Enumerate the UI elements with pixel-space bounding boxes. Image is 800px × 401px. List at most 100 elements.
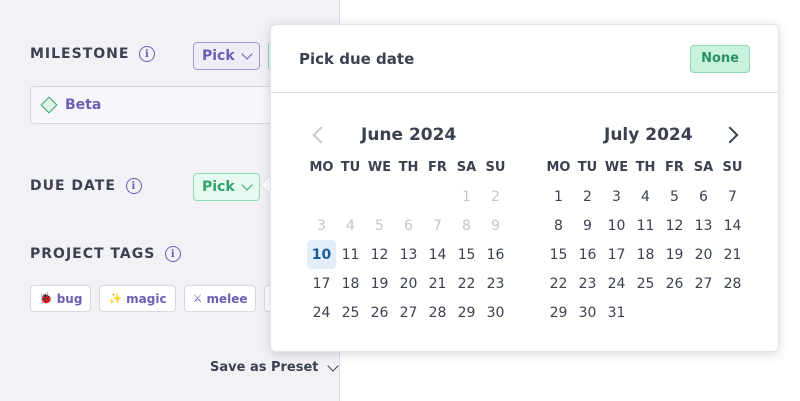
weekday-header: SU	[722, 160, 743, 175]
day-cell[interactable]: 5	[660, 182, 689, 211]
day-cell[interactable]: 3	[602, 182, 631, 211]
calendar-grid: MO TU WE TH FR SA SU 1 2 3 4 5 6 7 8 9 10 11 12 13 14 15 16 17 1…	[307, 153, 510, 327]
next-month-icon[interactable]	[721, 126, 739, 144]
prev-month-icon[interactable]	[312, 126, 330, 144]
weekday-header: SU	[485, 160, 506, 175]
info-icon[interactable]: i	[165, 246, 182, 262]
day-cell[interactable]: 15	[452, 240, 481, 269]
day-cell[interactable]: 23	[573, 269, 602, 298]
empty-day-cell	[689, 298, 718, 327]
sparkles-icon: ✨	[108, 292, 123, 305]
none-button[interactable]: None	[690, 44, 750, 73]
disabled-day-cell: 4	[346, 217, 355, 234]
info-icon[interactable]: i	[139, 46, 156, 62]
disabled-day-cell: 8	[462, 217, 471, 234]
day-cell[interactable]: 25	[631, 269, 660, 298]
disabled-day-cell: 6	[404, 217, 413, 234]
day-cell[interactable]: 1	[544, 182, 573, 211]
day-cell[interactable]: 12	[660, 211, 689, 240]
day-cell[interactable]: 16	[573, 240, 602, 269]
day-cell[interactable]: 31	[602, 298, 631, 327]
day-cell[interactable]: 29	[544, 298, 573, 327]
weekday-header: SA	[456, 160, 477, 175]
tag-bug[interactable]: 🐞 bug	[30, 285, 92, 312]
disabled-day-cell: 5	[375, 217, 384, 234]
weekday-header: TH	[635, 160, 656, 175]
day-cell[interactable]: 11	[631, 211, 660, 240]
empty-day-cell	[660, 298, 689, 327]
bug-icon: 🐞	[39, 292, 53, 305]
diamond-icon	[40, 96, 58, 114]
due-date-popover: Pick due date None June 2024 MO TU WE TH FR S…	[270, 24, 779, 352]
day-cell[interactable]: 26	[365, 298, 394, 327]
day-cell[interactable]: 17	[307, 269, 336, 298]
disabled-day-cell: 9	[491, 217, 500, 234]
disabled-day-cell: 7	[433, 217, 442, 234]
day-cell[interactable]: 2	[573, 182, 602, 211]
day-cell[interactable]: 20	[394, 269, 423, 298]
day-cell[interactable]: 24	[602, 269, 631, 298]
day-cell[interactable]: 22	[544, 269, 573, 298]
day-cell[interactable]: 9	[573, 211, 602, 240]
day-cell[interactable]: 14	[718, 211, 747, 240]
day-cell[interactable]: 18	[336, 269, 365, 298]
weekday-header: SA	[693, 160, 714, 175]
weekday-header: FR	[665, 160, 684, 175]
day-cell[interactable]: 19	[365, 269, 394, 298]
chevron-down-icon	[241, 179, 253, 191]
disabled-day-cell: 3	[317, 217, 326, 234]
day-cell[interactable]: 30	[573, 298, 602, 327]
day-cell[interactable]: 27	[394, 298, 423, 327]
day-cell[interactable]: 6	[689, 182, 718, 211]
today-day-cell[interactable]: 10	[307, 240, 336, 269]
info-icon[interactable]: i	[125, 178, 142, 194]
day-cell[interactable]: 25	[336, 298, 365, 327]
chevron-down-icon	[326, 359, 339, 372]
empty-day-cell	[307, 182, 336, 211]
day-cell[interactable]: 29	[452, 298, 481, 327]
day-cell[interactable]: 23	[481, 269, 510, 298]
day-cell[interactable]: 16	[481, 240, 510, 269]
day-cell[interactable]: 24	[307, 298, 336, 327]
weekday-header: WE	[367, 160, 392, 175]
day-cell[interactable]: 21	[718, 240, 747, 269]
weekday-header: TU	[577, 160, 598, 175]
disabled-day-cell: 1	[462, 188, 471, 205]
day-cell[interactable]: 12	[365, 240, 394, 269]
day-cell[interactable]: 22	[452, 269, 481, 298]
day-cell[interactable]: 14	[423, 240, 452, 269]
milestone-pick-button[interactable]: Pick	[193, 42, 260, 70]
milestone-label: MILESTONE i	[30, 46, 156, 62]
day-cell[interactable]: 4	[631, 182, 660, 211]
day-cell[interactable]: 10	[602, 211, 631, 240]
day-cell[interactable]: 13	[394, 240, 423, 269]
tag-magic[interactable]: ✨ magic	[99, 285, 176, 312]
weekday-header: TU	[340, 160, 361, 175]
due-date-label: DUE DATE i	[30, 178, 142, 194]
day-cell[interactable]: 7	[718, 182, 747, 211]
day-cell[interactable]: 19	[660, 240, 689, 269]
due-date-pick-button[interactable]: Pick	[193, 173, 260, 201]
day-cell[interactable]: 11	[336, 240, 365, 269]
milestone-value[interactable]: Beta	[30, 86, 290, 124]
day-cell[interactable]: 8	[544, 211, 573, 240]
weekday-header: TH	[398, 160, 419, 175]
save-as-preset-button[interactable]: Save as Preset	[210, 359, 339, 375]
day-cell[interactable]: 20	[689, 240, 718, 269]
weekday-header: FR	[428, 160, 447, 175]
day-cell[interactable]: 28	[423, 298, 452, 327]
disabled-day-cell: 2	[491, 188, 500, 205]
weekday-header: MO	[309, 160, 334, 175]
day-cell[interactable]: 30	[481, 298, 510, 327]
popover-title: Pick due date	[299, 49, 415, 68]
day-cell[interactable]: 15	[544, 240, 573, 269]
day-cell[interactable]: 21	[423, 269, 452, 298]
weekday-header: MO	[546, 160, 571, 175]
day-cell[interactable]: 26	[660, 269, 689, 298]
day-cell[interactable]: 27	[689, 269, 718, 298]
day-cell[interactable]: 17	[602, 240, 631, 269]
tag-melee[interactable]: ⚔ melee	[183, 285, 257, 312]
day-cell[interactable]: 18	[631, 240, 660, 269]
day-cell[interactable]: 28	[718, 269, 747, 298]
day-cell[interactable]: 13	[689, 211, 718, 240]
